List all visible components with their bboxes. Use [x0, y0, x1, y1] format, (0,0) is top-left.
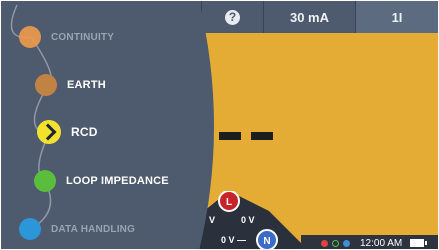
rcd-selected-icon	[37, 120, 61, 144]
chevron-right-icon	[39, 123, 56, 141]
test-mode-label: 1I	[391, 9, 403, 25]
display-frame: ? 30 mA 1I L N V 0 V 0 V — 12:00 AM CONT…	[1, 1, 438, 249]
loop-impedance-icon	[34, 170, 56, 192]
menu-item-rcd[interactable]: RCD	[37, 120, 98, 144]
battery-icon	[410, 239, 428, 247]
menu-item-data-handling[interactable]: DATA HANDLING	[19, 218, 135, 240]
menu-label-earth: EARTH	[67, 79, 106, 91]
status-dot-green	[332, 239, 339, 247]
current-rating-label: 30 mA	[289, 9, 330, 25]
data-handling-icon	[19, 218, 41, 240]
menu-label-data-handling: DATA HANDLING	[51, 223, 136, 235]
menu-item-earth[interactable]: EARTH	[35, 74, 106, 96]
clock: 12:00 AM	[360, 237, 403, 249]
n-terminal-label: N	[263, 236, 270, 247]
test-mode[interactable]: 1I	[355, 1, 438, 33]
tester-screen: ? 30 mA 1I L N V 0 V 0 V — 12:00 AM CONT…	[0, 0, 439, 250]
earth-icon	[35, 74, 57, 96]
reading-dash-2	[251, 132, 273, 140]
menu-label-loop-impedance: LOOP IMPEDANCE	[66, 175, 169, 187]
menu-label-continuity: CONTINUITY	[51, 31, 115, 43]
continuity-icon	[19, 26, 41, 48]
status-dot-red	[321, 239, 328, 247]
menu-item-continuity[interactable]: CONTINUITY	[19, 26, 114, 48]
status-dot-blue	[343, 239, 350, 247]
menu-item-loop-impedance[interactable]: LOOP IMPEDANCE	[34, 170, 169, 192]
status-bar: 12:00 AM	[301, 235, 438, 249]
menu-label-rcd: RCD	[71, 125, 98, 139]
current-rating[interactable]: 30 mA	[263, 1, 355, 33]
